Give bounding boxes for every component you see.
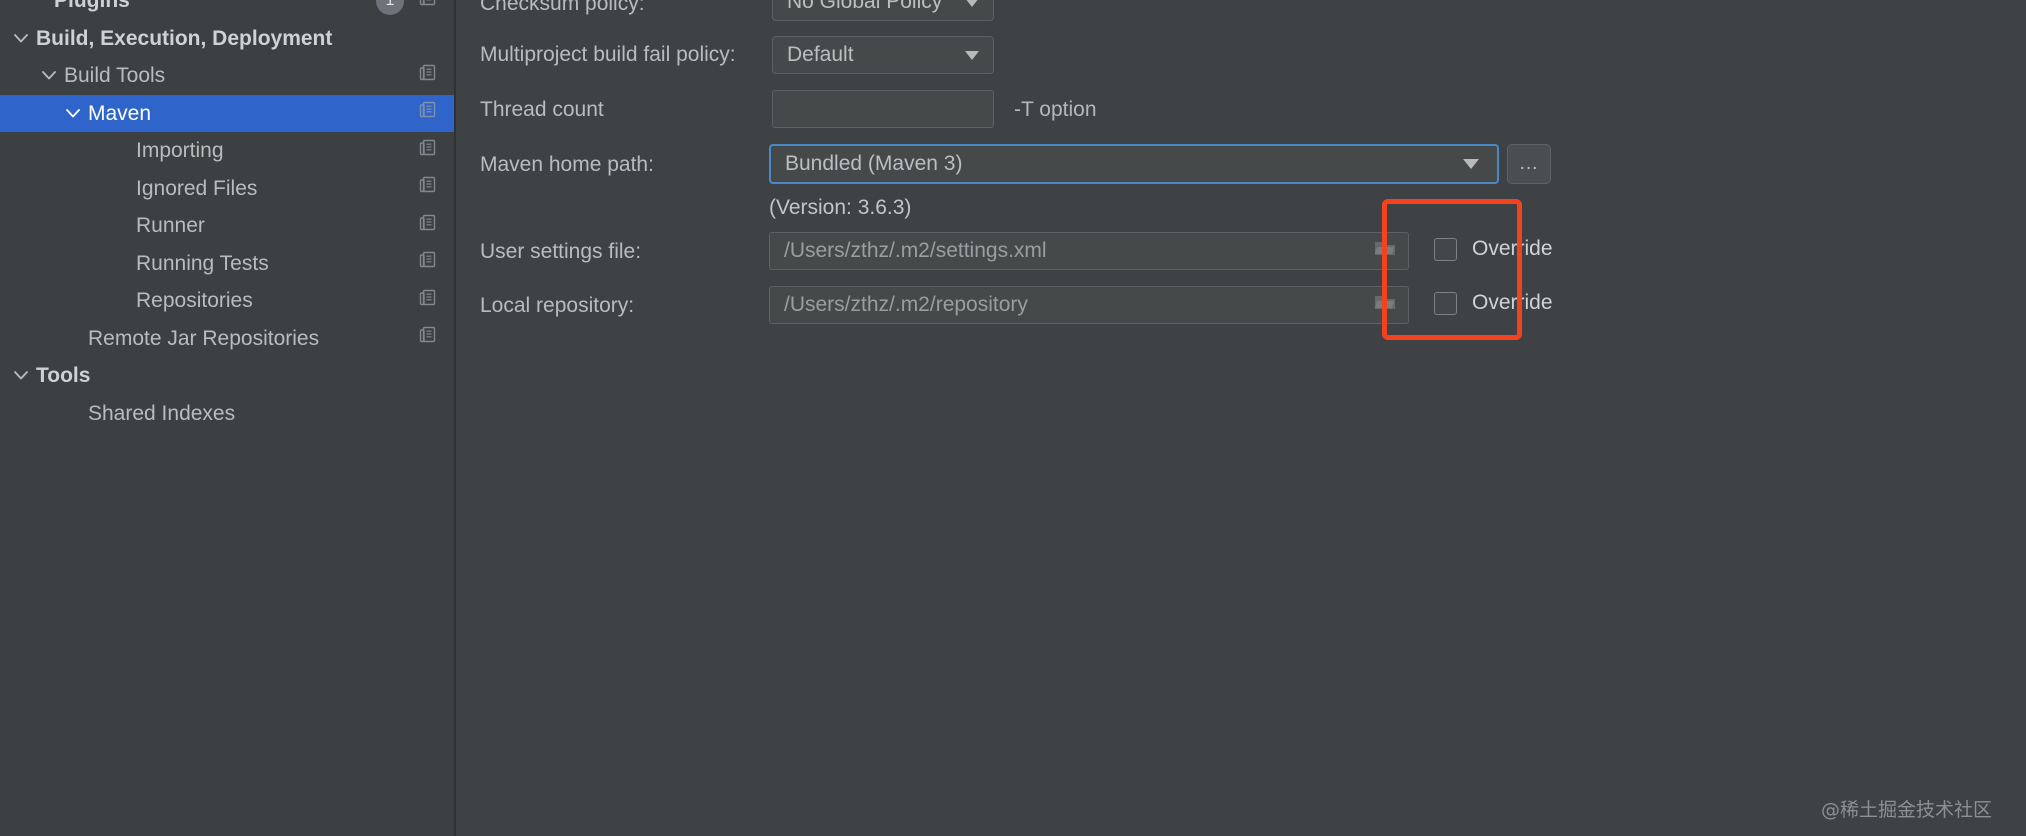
sidebar-item-repositories[interactable]: Repositories [0, 282, 456, 320]
copy-icon[interactable] [418, 213, 438, 239]
copy-icon[interactable] [418, 0, 438, 14]
local-repository-input[interactable]: /Users/zthz/.m2/repository [769, 286, 1409, 324]
sidebar-item-label: Importing [136, 139, 224, 163]
local-repository-label: Local repository: [480, 294, 635, 317]
sidebar-item-label: Repositories [136, 289, 253, 313]
chevron-down-icon [1463, 152, 1479, 176]
sidebar-item-tools[interactable]: Tools [0, 357, 456, 395]
sidebar-item-label: Running Tests [136, 251, 269, 275]
sidebar-item-label: Shared Indexes [88, 401, 236, 425]
chevron-down-icon[interactable] [62, 102, 84, 124]
maven-home-browse-button[interactable]: ... [1507, 144, 1551, 184]
sidebar-item-label: Runner [136, 214, 205, 238]
user-settings-override-label: Override [1472, 237, 1553, 260]
copy-icon[interactable] [418, 325, 438, 351]
sidebar-item-plugins[interactable]: Plugins 1 [0, 0, 456, 20]
chevron-down-icon[interactable] [10, 27, 32, 49]
sidebar-item-badge: 1 [376, 0, 404, 15]
sidebar-item-label: Build Tools [64, 64, 166, 88]
sidebar-item-label: Ignored Files [136, 176, 258, 200]
user-settings-override-checkbox[interactable] [1434, 237, 1457, 261]
copy-icon[interactable] [418, 100, 438, 126]
sidebar-item-label: Maven [88, 101, 152, 125]
copy-icon[interactable] [418, 288, 438, 314]
thread-count-hint: -T option [1014, 98, 1097, 121]
settings-tree: Plugins 1 Build, Execution, Deployment Buil… [0, 0, 456, 432]
sidebar-item-label: Tools [36, 364, 91, 388]
multiproject-fail-policy-value: Default [787, 43, 854, 66]
maven-version-note: (Version: 3.6.3) [769, 196, 912, 219]
sidebar-item-label: Build, Execution, Deployment [36, 26, 333, 50]
maven-settings-panel: Checksum policy: No Global Policy Multip… [456, 0, 2026, 836]
folder-icon[interactable] [1374, 239, 1396, 263]
multiproject-fail-policy-label: Multiproject build fail policy: [480, 43, 736, 66]
user-settings-file-value: /Users/zthz/.m2/settings.xml [784, 239, 1047, 262]
copy-icon[interactable] [418, 63, 438, 89]
sidebar-item-shared-indexes[interactable]: Shared Indexes [0, 395, 456, 433]
checksum-policy-combo[interactable]: No Global Policy [772, 0, 994, 21]
sidebar-item-runner[interactable]: Runner [0, 207, 456, 245]
sidebar-item-build-execution-deployment[interactable]: Build, Execution, Deployment [0, 20, 456, 58]
checksum-policy-value: No Global Policy [787, 0, 943, 13]
sidebar-item-remote-jar-repositories[interactable]: Remote Jar Repositories [0, 320, 456, 358]
maven-home-path-label: Maven home path: [480, 153, 654, 176]
copy-icon[interactable] [418, 175, 438, 201]
maven-home-path-combo[interactable]: Bundled (Maven 3) [769, 144, 1499, 184]
sidebar-item-importing[interactable]: Importing [0, 132, 456, 170]
folder-icon[interactable] [1374, 293, 1396, 317]
user-settings-override-row[interactable]: Override [1434, 237, 1553, 261]
local-repository-override-checkbox[interactable] [1434, 291, 1457, 315]
sidebar-item-label: Remote Jar Repositories [88, 326, 320, 350]
watermark-text: @稀土掘金技术社区 [1820, 799, 1992, 821]
copy-icon[interactable] [418, 250, 438, 276]
thread-count-label: Thread count [480, 98, 604, 121]
sidebar-item-maven[interactable]: Maven [0, 94, 456, 132]
maven-home-path-value: Bundled (Maven 3) [785, 152, 963, 175]
local-repository-override-row[interactable]: Override [1434, 291, 1553, 315]
user-settings-file-label: User settings file: [480, 240, 642, 263]
multiproject-fail-policy-combo[interactable]: Default [772, 36, 994, 74]
local-repository-value: /Users/zthz/.m2/repository [784, 293, 1028, 316]
chevron-down-icon[interactable] [10, 365, 32, 387]
sidebar-item-build-tools[interactable]: Build Tools [0, 57, 456, 95]
settings-dialog: Plugins 1 Build, Execution, Deployment Buil… [0, 0, 2026, 836]
sidebar-item-ignored-files[interactable]: Ignored Files [0, 170, 456, 208]
chevron-down-icon [965, 0, 979, 14]
chevron-down-icon[interactable] [38, 65, 60, 87]
sidebar-item-running-tests[interactable]: Running Tests [0, 245, 456, 283]
local-repository-override-label: Override [1472, 291, 1553, 314]
thread-count-input[interactable] [772, 90, 994, 128]
copy-icon[interactable] [418, 138, 438, 164]
chevron-down-icon [965, 43, 979, 67]
settings-sidebar: Plugins 1 Build, Execution, Deployment Buil… [0, 0, 456, 836]
sidebar-item-label: Plugins [54, 0, 130, 13]
user-settings-file-input[interactable]: /Users/zthz/.m2/settings.xml [769, 232, 1409, 270]
checksum-policy-label: Checksum policy: [480, 0, 645, 15]
